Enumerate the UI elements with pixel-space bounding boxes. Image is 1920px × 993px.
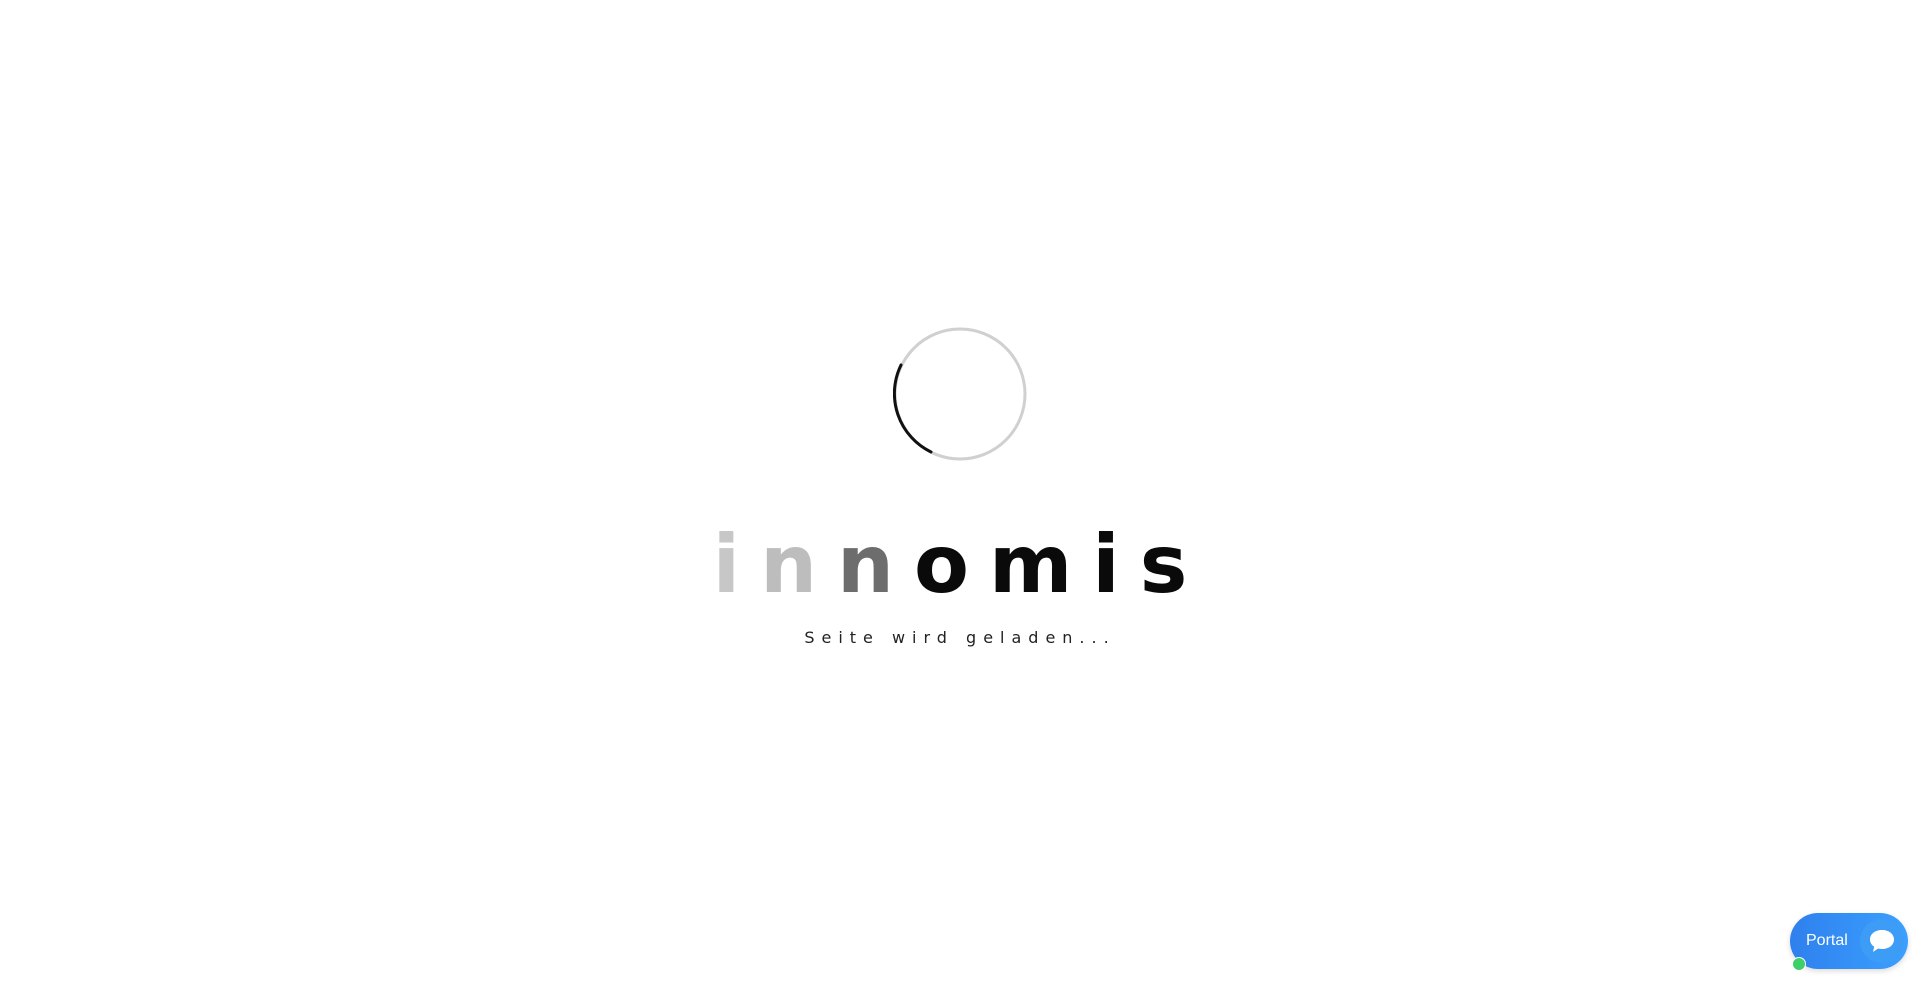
brand-letter: i: [1092, 518, 1140, 611]
loading-spinner-icon: [893, 327, 1027, 461]
brand-letter: i: [712, 518, 761, 611]
online-status-dot: [1792, 957, 1806, 971]
brand-letter: m: [988, 518, 1093, 611]
brand-wordmark: innomis: [0, 520, 1920, 610]
portal-chat-button[interactable]: Portal: [1790, 913, 1908, 971]
page-loader: innomis Seite wird geladen...: [0, 0, 1920, 993]
brand-letter: n: [837, 518, 914, 611]
brand-letter: s: [1139, 518, 1208, 611]
portal-label: Portal: [1806, 932, 1848, 949]
loading-text: Seite wird geladen...: [804, 628, 1116, 647]
chat-bubble-icon: [1860, 919, 1904, 963]
brand-letter: n: [760, 518, 838, 611]
brand-letter: o: [913, 518, 989, 611]
